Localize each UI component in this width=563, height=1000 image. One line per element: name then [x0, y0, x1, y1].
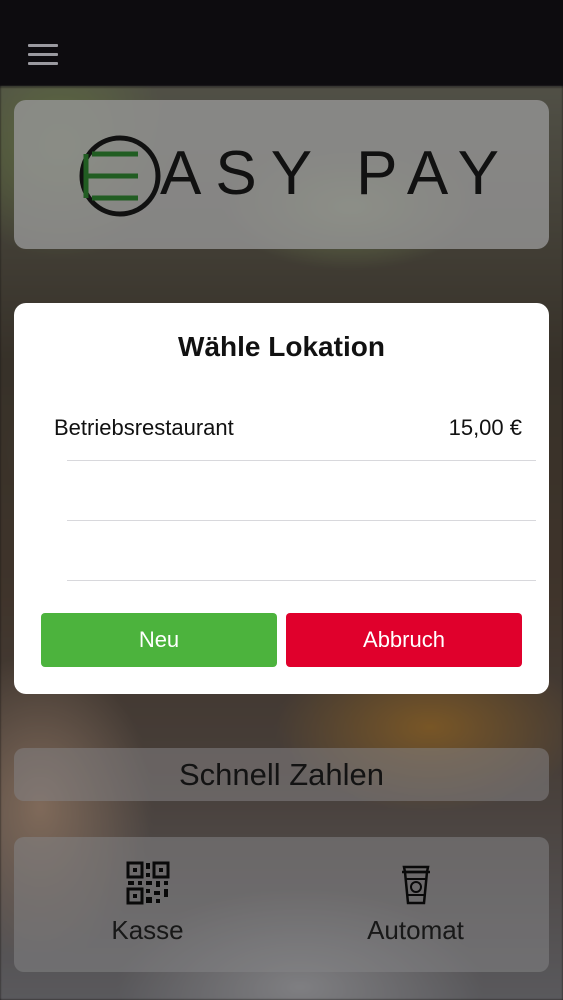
new-button[interactable]: Neu [41, 613, 277, 667]
location-row[interactable] [54, 521, 536, 581]
location-price: 15,00 € [448, 415, 522, 440]
location-row[interactable]: Betriebsrestaurant 15,00 € [54, 401, 536, 461]
location-row[interactable] [54, 461, 536, 521]
top-bar [0, 0, 563, 87]
cancel-button[interactable]: Abbruch [286, 613, 522, 667]
location-dialog: Wähle Lokation Betriebsrestaurant 15,00 … [14, 303, 549, 694]
row-divider [67, 580, 536, 581]
location-name: Betriebsrestaurant [54, 415, 234, 440]
dialog-title: Wähle Lokation [178, 331, 385, 362]
hamburger-menu-icon[interactable] [28, 44, 58, 66]
